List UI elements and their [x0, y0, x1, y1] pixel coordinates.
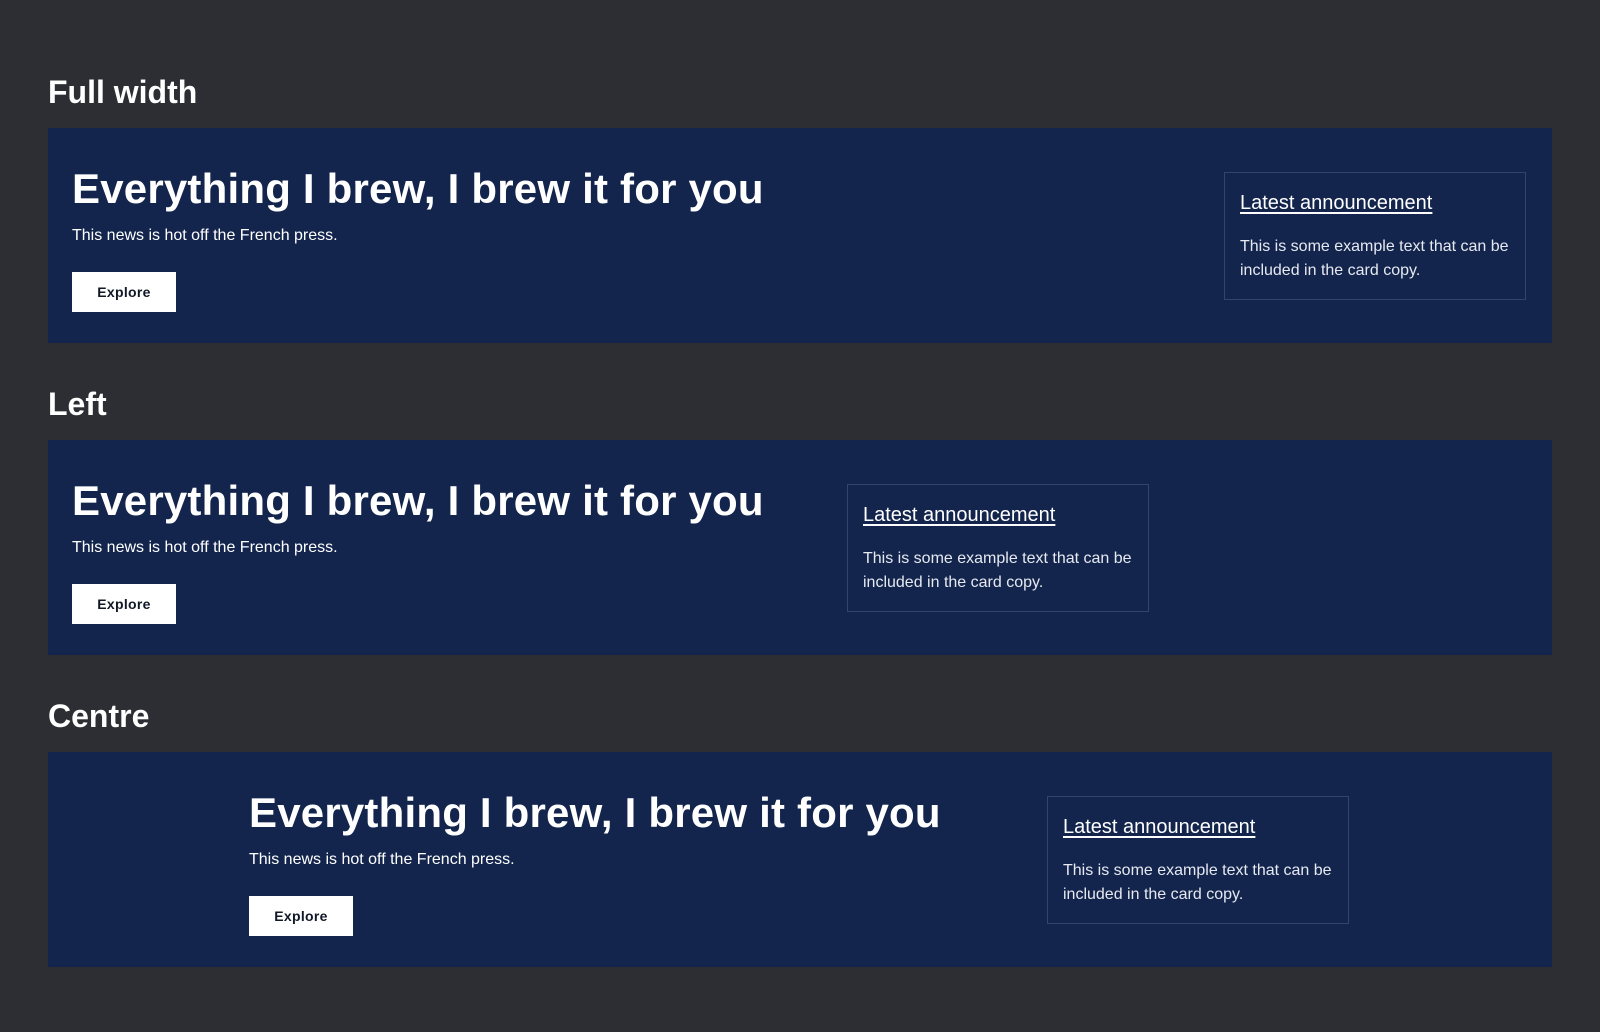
section-heading-centre: Centre	[48, 698, 150, 734]
announcement-card-title-link[interactable]: Latest announcement	[1240, 189, 1432, 217]
announcement-card: Latest announcement This is some example…	[1224, 172, 1526, 300]
hero-subtitle: This news is hot off the French press.	[249, 851, 515, 868]
explore-button[interactable]: Explore	[72, 272, 176, 312]
announcement-card: Latest announcement This is some example…	[1047, 796, 1349, 924]
hero-title: Everything I brew, I brew it for you	[249, 789, 941, 836]
announcement-card-text: This is some example text that can be in…	[1063, 862, 1332, 903]
explore-button[interactable]: Explore	[72, 584, 176, 624]
banner-full-width: Everything I brew, I brew it for you Thi…	[48, 128, 1552, 343]
section-heading-left: Left	[48, 386, 107, 422]
announcement-card-title-link[interactable]: Latest announcement	[863, 501, 1055, 529]
hero-subtitle: This news is hot off the French press.	[72, 227, 338, 244]
banner-left: Everything I brew, I brew it for you Thi…	[48, 440, 1552, 655]
announcement-card-text: This is some example text that can be in…	[1240, 238, 1509, 279]
announcement-card: Latest announcement This is some example…	[847, 484, 1149, 612]
banner-centre: Everything I brew, I brew it for you Thi…	[48, 752, 1552, 967]
hero-title: Everything I brew, I brew it for you	[72, 477, 764, 524]
announcement-card-title-link[interactable]: Latest announcement	[1063, 813, 1255, 841]
hero-title: Everything I brew, I brew it for you	[72, 165, 764, 212]
explore-button[interactable]: Explore	[249, 896, 353, 936]
section-heading-full-width: Full width	[48, 74, 198, 110]
hero-subtitle: This news is hot off the French press.	[72, 539, 338, 556]
announcement-card-text: This is some example text that can be in…	[863, 550, 1132, 591]
